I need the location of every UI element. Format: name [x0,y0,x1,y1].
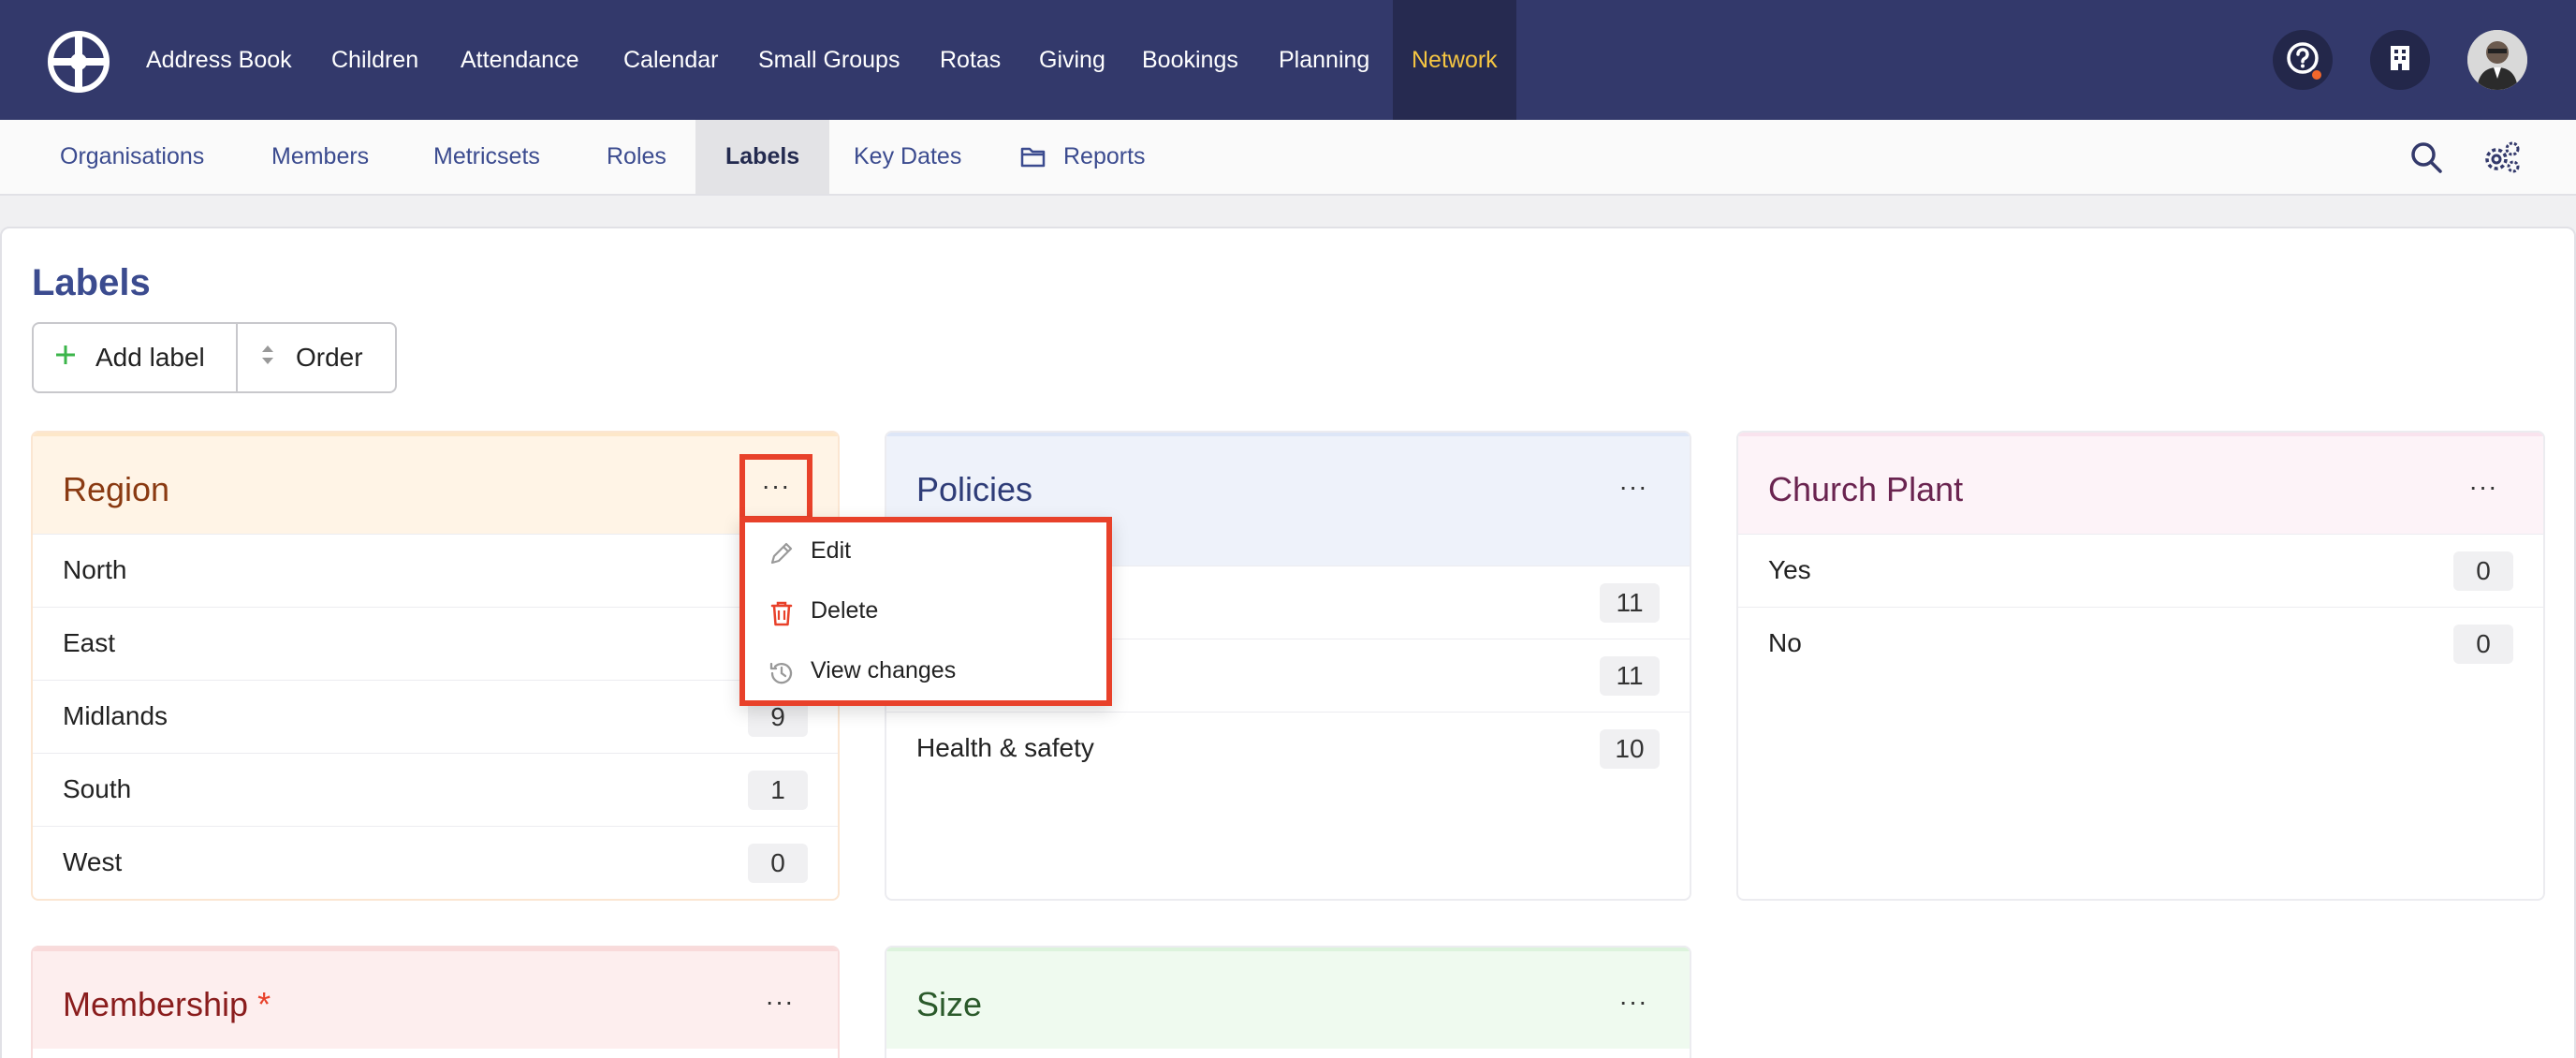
card-header: Membership * ··· [33,948,838,1049]
menu-item-delete[interactable]: Delete [745,582,1106,642]
nav-attendance[interactable]: Attendance [461,0,579,120]
more-options-button[interactable]: ··· [1613,466,1654,507]
subnav-key-dates[interactable]: Key Dates [854,120,961,194]
notification-dot [2310,68,2323,81]
label-row[interactable]: South 1 [33,753,838,826]
subnav-labels[interactable]: Labels [695,120,830,194]
card-title: Policies [916,470,1033,508]
nav-calendar[interactable]: Calendar [623,0,718,120]
label-row[interactable]: Midlands 9 [33,680,838,753]
label-card-region: Region North East Midlands 9 South 1 Wes… [31,431,840,901]
label-options-menu: Edit Delete View changes [739,517,1112,706]
nav-giving[interactable]: Giving [1039,0,1105,120]
search-icon[interactable] [2409,140,2443,179]
menu-item-view-changes[interactable]: View changes [745,642,1106,702]
avatar[interactable] [2467,30,2527,90]
card-title: Region [63,470,170,508]
sort-icon [260,343,275,373]
organisation-button[interactable] [2370,30,2430,90]
card-title-text: Membership [63,985,249,1023]
label-row[interactable]: West 0 [33,826,838,899]
row-label: Health & safety [916,733,1094,762]
row-label: North [63,555,127,584]
menu-item-label: Edit [811,537,852,564]
row-label: East [63,628,116,657]
nav-children[interactable]: Children [331,0,418,120]
subnav-metricsets[interactable]: Metricsets [433,120,540,194]
button-divider [236,324,238,391]
menu-item-label: Delete [811,597,879,624]
row-count: 0 [748,844,808,883]
add-label-text: Add label [95,343,205,372]
row-label: South [63,774,132,803]
row-count: 11 [1600,656,1660,696]
region-more-options-button[interactable]: ··· [739,454,812,522]
label-actions: Add label Order [32,322,397,393]
more-options-button[interactable]: ··· [2463,466,2504,507]
settings-icon[interactable] [2482,140,2522,179]
row-label: West [63,847,123,876]
row-label: Midlands [63,701,168,730]
row-count: 0 [2453,625,2513,664]
card-header: Church Plant ··· [1738,433,2543,534]
page-title: Labels [32,262,151,303]
card-header: Region [33,433,838,534]
card-title: Size [916,985,983,1023]
more-options-button[interactable]: ··· [1613,981,1654,1022]
menu-item-edit[interactable]: Edit [745,522,1106,582]
logo-icon[interactable] [47,30,110,94]
pencil-icon [768,539,796,567]
label-card-size: Size ··· [885,946,1691,1058]
subnav-roles[interactable]: Roles [607,120,666,194]
label-card-church-plant: Church Plant ··· Yes 0 No 0 [1736,431,2545,901]
building-icon [2388,44,2412,77]
menu-item-label: View changes [811,657,957,683]
subnav-reports[interactable]: Reports [1063,120,1146,194]
required-mark: * [257,985,271,1023]
nav-bookings[interactable]: Bookings [1142,0,1238,120]
plus-icon [54,343,77,373]
help-button[interactable] [2273,30,2333,90]
label-row[interactable]: North [33,534,838,607]
nav-network[interactable]: Network [1393,0,1516,120]
nav-planning[interactable]: Planning [1279,0,1369,120]
subnav-organisations[interactable]: Organisations [60,120,204,194]
add-label-button[interactable]: Add label [54,324,205,391]
row-label: No [1768,628,1802,657]
sub-navbar: Organisations Members Metricsets Roles L… [0,120,2576,196]
order-text: Order [296,343,363,372]
nav-small-groups[interactable]: Small Groups [758,0,900,120]
card-title: Membership * [63,985,271,1024]
subnav-members[interactable]: Members [271,120,369,194]
row-count: 1 [748,771,808,810]
folder-icon [1020,144,1046,173]
label-card-membership: Membership * ··· [31,946,840,1058]
more-options-button[interactable]: ··· [759,981,800,1022]
row-count: 11 [1600,583,1660,623]
row-count: 0 [2453,551,2513,591]
nav-rotas[interactable]: Rotas [940,0,1001,120]
label-row[interactable]: Health & safety 10 [886,712,1690,785]
row-count: 10 [1600,729,1660,769]
card-title: Church Plant [1768,470,1964,508]
label-row[interactable]: Yes 0 [1738,534,2543,607]
history-icon [768,659,796,687]
card-header: Size ··· [886,948,1690,1049]
more-icon: ··· [761,471,791,500]
nav-address-book[interactable]: Address Book [146,0,292,120]
order-button[interactable]: Order [260,324,363,391]
label-row[interactable]: East [33,607,838,680]
label-row[interactable]: No 0 [1738,607,2543,680]
trash-icon [768,599,796,627]
top-navbar: Address Book Children Attendance Calenda… [0,0,2576,120]
row-label: Yes [1768,555,1811,584]
